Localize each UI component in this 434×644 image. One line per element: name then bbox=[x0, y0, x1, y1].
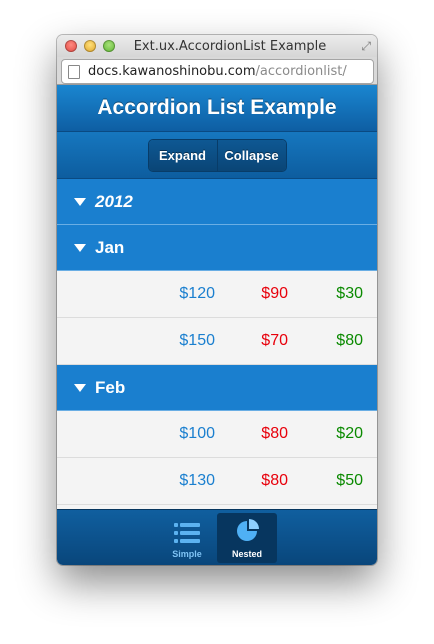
disclosure-triangle-icon bbox=[74, 243, 86, 252]
tab-label: Nested bbox=[231, 549, 262, 559]
group-header-2012[interactable]: 2012 bbox=[57, 179, 377, 225]
zoom-window-button[interactable] bbox=[103, 40, 115, 52]
disclosure-triangle-icon bbox=[74, 383, 86, 392]
value-red: $70 bbox=[261, 332, 288, 349]
group-header-jan[interactable]: Jan bbox=[57, 225, 377, 271]
value-red: $90 bbox=[261, 285, 288, 302]
url-path: /accordionlist/ bbox=[255, 64, 347, 79]
value-green: $20 bbox=[336, 425, 363, 442]
app-toolbar: Expand Collapse bbox=[57, 132, 377, 179]
value-blue: $130 bbox=[179, 472, 215, 489]
group-header-label: Jan bbox=[95, 237, 125, 257]
expand-button[interactable]: Expand bbox=[148, 139, 217, 171]
address-bar[interactable]: docs.kawanoshinobu.com/accordionlist/ bbox=[61, 59, 374, 84]
list-item[interactable]: $130 $80 $50 bbox=[57, 458, 377, 505]
value-red: $80 bbox=[261, 425, 288, 442]
value-blue: $100 bbox=[179, 425, 215, 442]
disclosure-triangle-icon bbox=[74, 197, 86, 206]
tab-bar: Simple Nested bbox=[57, 509, 377, 565]
browser-window: Ext.ux.AccordionList Example ⤢ docs.kawa… bbox=[57, 35, 377, 565]
expand-collapse-segmented: Expand Collapse bbox=[147, 138, 287, 172]
window-titlebar: Ext.ux.AccordionList Example ⤢ bbox=[57, 35, 377, 57]
list-item[interactable]: $100 $80 $20 bbox=[57, 411, 377, 458]
url-host: docs.kawanoshinobu.com bbox=[88, 64, 256, 79]
list-item[interactable]: $120 $90 $30 bbox=[57, 271, 377, 318]
value-blue: $150 bbox=[179, 332, 215, 349]
value-blue: $120 bbox=[179, 285, 215, 302]
value-green: $30 bbox=[336, 285, 363, 302]
app-viewport: Accordion List Example Expand Collapse 2… bbox=[57, 85, 377, 565]
group-header-label: 2012 bbox=[95, 191, 133, 211]
close-window-button[interactable] bbox=[65, 40, 77, 52]
app-title: Accordion List Example bbox=[97, 96, 337, 119]
fullscreen-icon[interactable]: ⤢ bbox=[361, 39, 371, 54]
list-item[interactable]: $150 $70 $80 bbox=[57, 318, 377, 365]
tab-simple[interactable]: Simple bbox=[157, 513, 217, 563]
pie-chart-icon bbox=[234, 518, 260, 546]
window-title: Ext.ux.AccordionList Example bbox=[133, 38, 327, 54]
group-header-label: Feb bbox=[95, 377, 126, 397]
group-header-feb[interactable]: Feb bbox=[57, 365, 377, 411]
value-green: $80 bbox=[336, 332, 363, 349]
accordion-list: 2012 Jan $120 $90 $30 $150 $70 $80 Feb $… bbox=[57, 179, 377, 505]
list-icon bbox=[174, 522, 200, 546]
value-green: $50 bbox=[336, 472, 363, 489]
minimize-window-button[interactable] bbox=[84, 40, 96, 52]
address-bar-container: docs.kawanoshinobu.com/accordionlist/ bbox=[57, 57, 377, 85]
app-title-bar: Accordion List Example bbox=[57, 85, 377, 132]
tab-label: Simple bbox=[172, 549, 202, 559]
page-icon bbox=[68, 64, 80, 79]
collapse-button[interactable]: Collapse bbox=[216, 139, 286, 171]
window-controls bbox=[65, 40, 115, 52]
value-red: $80 bbox=[261, 472, 288, 489]
tab-nested[interactable]: Nested bbox=[217, 513, 277, 563]
